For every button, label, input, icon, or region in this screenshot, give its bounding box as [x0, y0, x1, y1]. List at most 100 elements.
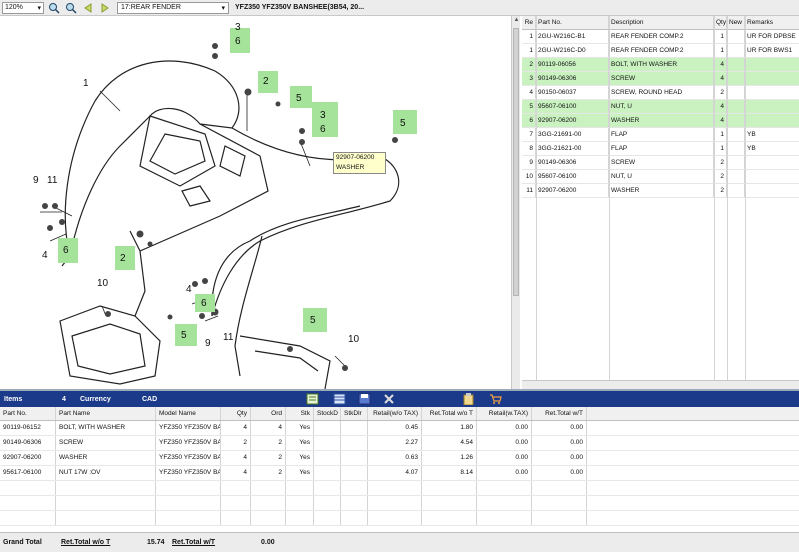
table-cell: 4: [522, 86, 536, 99]
column-header[interactable]: New: [727, 16, 745, 29]
column-header[interactable]: Stk: [286, 407, 314, 420]
column-header[interactable]: Retail(w.TAX): [477, 407, 532, 420]
column-header[interactable]: Ord: [251, 407, 286, 420]
zoom-in-button[interactable]: [47, 2, 61, 14]
zoom-out-button[interactable]: [64, 2, 78, 14]
table-row[interactable]: 1 2GU-W216C-B1 REAR FENDER COMP.2 1 UR FOR D…: [522, 30, 799, 44]
table-cell: 4: [221, 466, 251, 480]
table-row[interactable]: 1 2GU-W216C-D0 REAR FENDER COMP.2 1 UR FOR B…: [522, 44, 799, 58]
column-header[interactable]: StkDlr: [341, 407, 368, 420]
table-row[interactable]: 5 95607-06100 NUT, U4: [522, 100, 799, 114]
table-cell: [745, 114, 799, 127]
table-cell: 0.00: [532, 436, 587, 450]
table-cell: [314, 466, 341, 480]
parts-table-scrollbar[interactable]: [522, 380, 799, 389]
table-cell: BOLT, WITH WASHER: [56, 421, 156, 435]
table-cell: Yes: [286, 451, 314, 465]
column-header[interactable]: Part No.: [536, 16, 609, 29]
table-row[interactable]: 9 90149-06306 SCREW 2: [522, 156, 799, 170]
table-cell: 0.00: [532, 451, 587, 465]
table-row[interactable]: 4 90150-06037 SCREW, ROUND HEAD 2: [522, 86, 799, 100]
table-cell: 2GU-W216C-B1: [536, 30, 609, 43]
table-cell: 8: [522, 142, 536, 155]
table-row[interactable]: 3 90149-06306 SCREW 4: [522, 72, 799, 86]
ret-total-wo-value: 15.74: [147, 539, 165, 546]
table-cell: Yes: [286, 421, 314, 435]
parts-diagram[interactable]: 3 6 2 5 3 6 5 6 2 6 5 5 1 9 11 4 10 4 9 …: [0, 16, 511, 389]
table-cell: NUT, U: [609, 170, 714, 183]
cart-table-button[interactable]: [332, 392, 347, 406]
table-cell: 90150-06037: [536, 86, 609, 99]
table-row[interactable]: 92907-06200 WASHER YFZ350 YFZ350V BA 4 2 Yes 0…: [0, 451, 799, 466]
table-row[interactable]: 11 92907-06200 WASHER 2: [522, 184, 799, 198]
table-cell: [251, 481, 286, 495]
cart-button[interactable]: [488, 392, 503, 406]
table-cell: 6: [522, 114, 536, 127]
table-cell: 1.80: [422, 421, 477, 435]
tools-button[interactable]: [382, 392, 397, 406]
diagram-scrollbar[interactable]: ▲: [511, 16, 520, 389]
table-cell: Yes: [286, 466, 314, 480]
table-row[interactable]: 95617-06100 NUT 17W :OV YFZ350 YFZ350V BA 4…: [0, 466, 799, 481]
column-header[interactable]: Model Name: [156, 407, 221, 420]
table-cell: [422, 481, 477, 495]
cart-icon: [490, 394, 502, 404]
table-cell: [156, 481, 221, 495]
table-cell: [0, 496, 56, 510]
table-row[interactable]: 6 92907-06200 WASHER 4: [522, 114, 799, 128]
table-row[interactable]: 8 3GG-21621-00 FLAP 1 YB: [522, 142, 799, 156]
save-icon: [358, 393, 371, 405]
table-cell: REAR FENDER COMP.2: [609, 30, 714, 43]
cart-list-button[interactable]: [305, 392, 320, 406]
table-row[interactable]: 10 95607-06100 NUT, U2: [522, 170, 799, 184]
column-header[interactable]: Ret.Total w/T: [532, 407, 587, 420]
callout-label: 5: [296, 93, 302, 104]
column-header[interactable]: Remarks: [745, 16, 799, 29]
part-label: 11: [223, 332, 234, 343]
column-header[interactable]: StockD: [314, 407, 341, 420]
save-button[interactable]: [357, 392, 372, 406]
scroll-thumb[interactable]: [513, 28, 519, 296]
table-cell: [587, 511, 799, 525]
table-row[interactable]: 90149-06306 SCREW YFZ350 YFZ350V BA 2 2 Yes 2.…: [0, 436, 799, 451]
table-row[interactable]: 7 3GG-21691-00 FLAP 1 YB: [522, 128, 799, 142]
page-select[interactable]: 17:REAR FENDER ▾: [117, 1, 229, 14]
cart-toolbar: Items 4 Currency CAD: [0, 391, 799, 407]
column-header[interactable]: Retail(w/o TAX): [368, 407, 422, 420]
table-cell: 95607-06100: [536, 100, 609, 113]
table-cell: [727, 156, 745, 169]
clipboard-button[interactable]: [461, 392, 476, 406]
column-header[interactable]: Qty: [714, 16, 727, 29]
table-cell: [56, 511, 156, 525]
column-header[interactable]: Description: [609, 16, 714, 29]
table-cell: 2: [714, 184, 727, 197]
toolbar: 120% ▾ 17:REAR FENDER ▾ YFZ350 YFZ350V B…: [0, 0, 799, 16]
column-header[interactable]: Ret.Total w/o T: [422, 407, 477, 420]
table-cell: YFZ350 YFZ350V BA: [156, 436, 221, 450]
column-header[interactable]: Part Name: [56, 407, 156, 420]
table-cell: [156, 511, 221, 525]
table-row[interactable]: 2 90119-06056 BOLT, WITH WASHER 4: [522, 58, 799, 72]
scroll-up-arrow-icon[interactable]: ▲: [512, 16, 521, 25]
table-cell: 1.26: [422, 451, 477, 465]
table-cell: FLAP: [609, 128, 714, 141]
back-button[interactable]: [81, 2, 95, 14]
table-cell: 1: [714, 44, 727, 57]
table-cell: UR FOR DPBSE: [747, 33, 796, 40]
table-cell: 0.45: [368, 421, 422, 435]
table-cell: 0.00: [477, 466, 532, 480]
table-cell: 4: [251, 421, 286, 435]
table-cell: [314, 451, 341, 465]
zoom-select[interactable]: 120% ▾: [2, 1, 44, 14]
parts-list-table: Re Part No. Description Qty New Remarks …: [522, 16, 799, 389]
column-header[interactable]: Qty: [221, 407, 251, 420]
table-cell: [532, 511, 587, 525]
cart-table-header: Part No. Part Name Model Name Qty Ord St…: [0, 407, 799, 421]
column-header[interactable]: Re: [522, 16, 536, 29]
table-cell: [727, 184, 745, 197]
forward-button[interactable]: [98, 2, 112, 14]
table-row: [0, 511, 799, 526]
table-cell: [745, 156, 799, 169]
column-header[interactable]: Part No.: [0, 407, 56, 420]
table-row[interactable]: 90119-06152 BOLT, WITH WASHER YFZ350 YFZ35…: [0, 421, 799, 436]
